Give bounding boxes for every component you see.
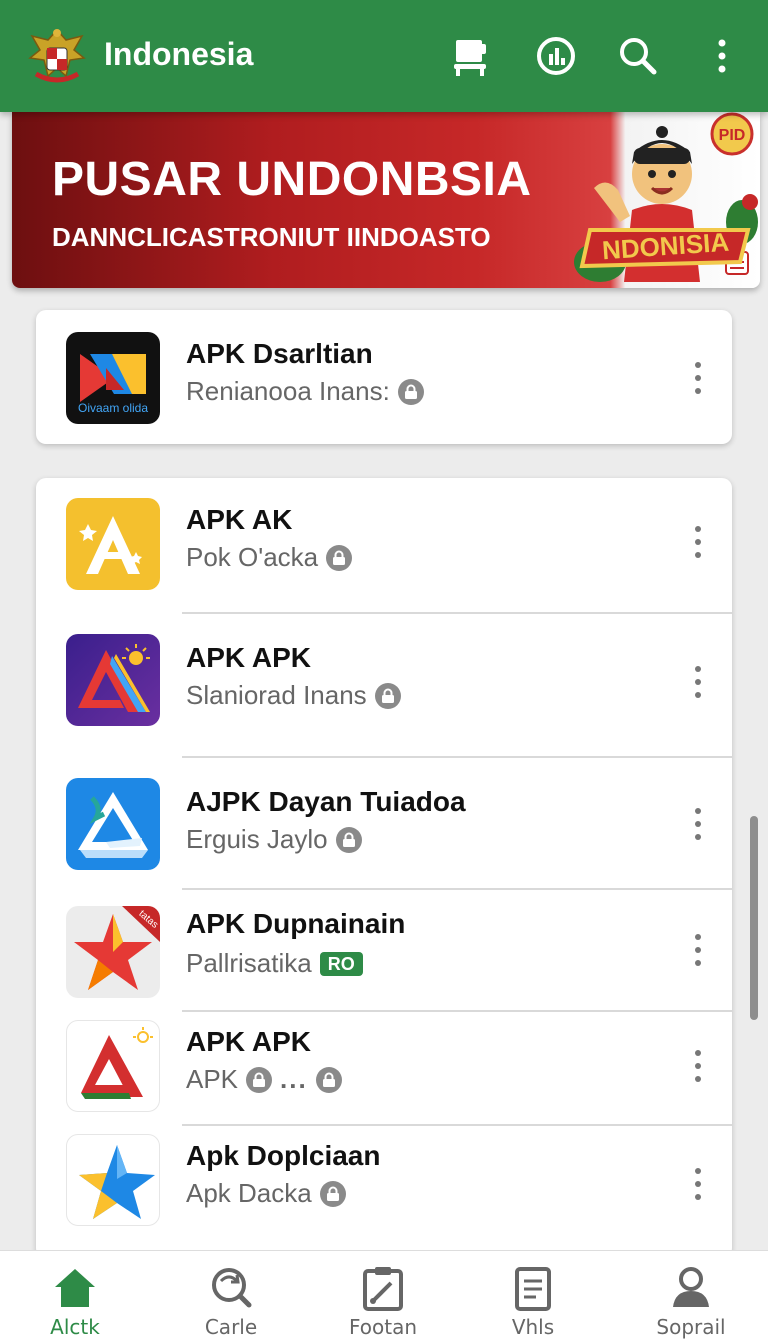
list-item[interactable]: APK APK APK ... [36,1012,732,1126]
app-list-card: APK AK Pok O'acka APK APK Slaniorad Inan… [36,478,732,1258]
app-subtitle: APK [186,1064,239,1094]
banner-subtitle: DANNCLICASTRONIUT IINDOASTO [52,222,491,252]
garuda-emblem-icon [22,24,92,88]
more-options-button[interactable] [686,662,710,702]
nav-item-home[interactable]: Alctk [20,1265,130,1344]
more-options-button[interactable] [686,522,710,562]
app-name: APK APK [186,642,311,673]
ellipsis-text: ... [280,1064,308,1094]
nav-label: Footan [348,1315,418,1339]
nav-label: Carle [204,1315,258,1339]
letter-a-yellow-icon [66,498,160,590]
list-item[interactable]: tatas APK Dupnainain Pallrisatika RO [36,890,732,1012]
app-name: APK Dupnainain [186,908,406,939]
list-item[interactable]: Apk Doplciaan Apk Dacka [36,1126,732,1258]
nav-item-footan[interactable]: Footan [328,1265,438,1344]
app-name: APK APK [186,1026,311,1057]
nav-label: Soprail [656,1315,726,1339]
promo-banner[interactable]: PUSAR UNDONBSIA DANNCLICASTRONIUT IINDOA… [12,112,760,288]
clipboard-icon [363,1267,403,1311]
delta-blue-icon [66,778,160,870]
nav-label: Alctk [50,1315,100,1339]
lock-icon [326,544,353,571]
icon-caption: Oivaam olida [78,401,148,415]
app-subtitle: Pok O'acka [186,542,319,572]
lock-icon [319,1180,346,1207]
nav-item-vhls[interactable]: Vhls [478,1265,588,1344]
scrollbar[interactable] [750,816,758,1020]
app-name: AJPK Dayan Tuiadoa [186,786,466,817]
store-icon[interactable] [440,26,500,86]
more-options-button[interactable] [686,804,710,844]
list-item[interactable]: AJPK Dayan Tuiadoa Erguis Jaylo [36,758,732,890]
app-name: APK AK [186,504,293,535]
nav-item-profile[interactable]: Soprail [636,1265,746,1344]
letter-a-red-icon [66,1020,160,1112]
refresh-search-icon [212,1268,252,1308]
app-subtitle: Erguis Jaylo [186,824,328,854]
star-red-icon: tatas [66,906,160,998]
overflow-menu-icon[interactable] [692,26,752,86]
document-icon [515,1267,551,1311]
chart-icon[interactable] [526,26,586,86]
search-icon[interactable] [608,26,668,86]
lock-icon [315,1066,342,1093]
more-options-button[interactable] [686,1046,710,1086]
app-subtitle: Pallrisatika [186,948,312,978]
lock-icon [374,682,401,709]
status-badge: RO [319,951,363,976]
triangle-purple-icon [66,634,160,726]
profile-icon [673,1267,709,1307]
lock-icon [246,1066,273,1093]
app-bar: Indonesia [0,0,768,112]
app-title: Indonesia [104,36,254,72]
app-subtitle: Slaniorad Inans [186,680,367,710]
bottom-navigation: Alctk Carle Footan Vhls Soprail [0,1250,768,1344]
more-options-button[interactable] [686,930,710,970]
more-options-button[interactable] [686,1164,710,1204]
sticker-text: PID [719,127,746,144]
list-item[interactable]: APK AK Pok O'acka [36,478,732,614]
list-item[interactable]: Oivaam olida APK Dsarltian Renianooa Ina… [36,310,732,444]
list-item[interactable]: APK APK Slaniorad Inans [36,614,732,758]
lock-icon [335,826,362,853]
banner-title: PUSAR UNDONBSIA [52,153,532,206]
star-blue-icon [66,1134,160,1226]
more-options-button[interactable] [686,358,710,398]
app-name: Apk Doplciaan [186,1140,381,1171]
play-logo-icon: Oivaam olida [66,332,160,424]
app-subtitle: Renianooa Inans: [186,376,390,406]
nav-label: Vhls [511,1315,555,1339]
nav-item-carle[interactable]: Carle [176,1265,286,1344]
mascot-illustration: PID NDONISIA [572,112,760,288]
featured-app-card[interactable]: Oivaam olida APK Dsarltian Renianooa Ina… [36,310,732,444]
app-name: APK Dsarltian [186,338,373,369]
lock-icon [397,378,424,405]
app-subtitle: Apk Dacka [186,1178,312,1208]
home-icon [55,1269,95,1307]
